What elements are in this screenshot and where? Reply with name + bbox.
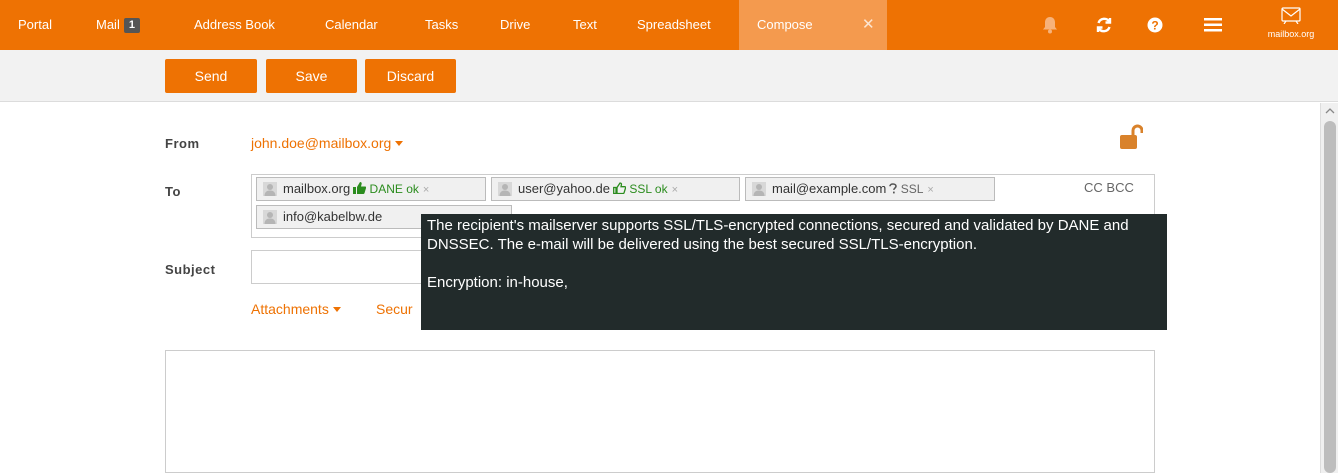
- recipient-token[interactable]: mailbox.org DANE ok ×: [256, 177, 486, 201]
- svg-text:?: ?: [1151, 19, 1158, 33]
- message-editor[interactable]: [165, 350, 1155, 473]
- person-icon: [263, 182, 277, 196]
- vertical-scrollbar[interactable]: [1320, 103, 1338, 473]
- person-icon: [752, 182, 766, 196]
- nav-portal[interactable]: Portal: [18, 0, 52, 50]
- unread-badge: 1: [123, 18, 140, 33]
- tooltip-text: The recipient's mailserver supports SSL/…: [427, 217, 1129, 253]
- scrollbar-thumb[interactable]: [1324, 121, 1336, 473]
- close-compose-icon[interactable]: ✕: [862, 0, 875, 50]
- recipient-address: info@kabelbw.de: [283, 209, 383, 224]
- bcc-link[interactable]: BCC: [1106, 180, 1133, 195]
- cc-bcc-links: CC BCC: [1084, 180, 1134, 195]
- nav-address-book[interactable]: Address Book: [194, 0, 275, 50]
- unlock-icon[interactable]: [1119, 123, 1144, 156]
- ssl-status: SSL: [900, 182, 924, 196]
- mailbox-logo[interactable]: mailbox.org: [1256, 6, 1326, 46]
- recipient-address: mailbox.org: [283, 181, 351, 196]
- attachments-menu[interactable]: Attachments: [251, 301, 341, 317]
- recipient-token[interactable]: user@yahoo.de SSL ok ×: [491, 177, 740, 201]
- security-menu[interactable]: Secur: [376, 301, 413, 317]
- nav-calendar[interactable]: Calendar: [325, 0, 378, 50]
- logo-text: mailbox.org: [1267, 29, 1315, 39]
- nav-mail[interactable]: Mail 1: [96, 0, 140, 50]
- bell-icon[interactable]: [1040, 15, 1060, 35]
- mailbox-logo-icon: [1281, 7, 1301, 25]
- nav-text[interactable]: Text: [573, 0, 597, 50]
- remove-recipient-icon[interactable]: ×: [423, 184, 429, 196]
- refresh-icon[interactable]: [1094, 15, 1114, 35]
- chevron-down-icon: [332, 307, 341, 312]
- help-icon[interactable]: ?: [1145, 15, 1165, 35]
- send-button[interactable]: Send: [165, 59, 257, 93]
- nav-tasks[interactable]: Tasks: [425, 0, 458, 50]
- attachments-label: Attachments: [251, 301, 329, 317]
- person-icon: [263, 210, 277, 224]
- subject-label: Subject: [165, 262, 216, 277]
- remove-recipient-icon[interactable]: ×: [927, 184, 933, 196]
- dane-status: DANE ok: [369, 182, 419, 196]
- recipient-address: user@yahoo.de: [518, 181, 610, 196]
- scroll-up-icon[interactable]: [1325, 107, 1335, 115]
- chevron-down-icon: [395, 141, 404, 146]
- save-button[interactable]: Save: [266, 59, 357, 93]
- remove-recipient-icon[interactable]: ×: [672, 184, 678, 196]
- ssl-status: SSL ok: [629, 182, 668, 196]
- discard-button[interactable]: Discard: [365, 59, 456, 93]
- compose-toolbar: Send Save Discard: [0, 50, 1338, 102]
- thumbs-up-outline-icon: [613, 182, 627, 195]
- nav-drive[interactable]: Drive: [500, 0, 530, 50]
- recipient-token[interactable]: mail@example.com SSL ×: [745, 177, 995, 201]
- question-icon: [889, 183, 898, 194]
- from-label: From: [165, 136, 200, 151]
- menu-icon[interactable]: [1203, 15, 1223, 35]
- top-navigation-bar: Portal Mail 1 Address Book Calendar Tasks…: [0, 0, 1338, 50]
- cc-link[interactable]: CC: [1084, 180, 1103, 195]
- person-icon: [498, 182, 512, 196]
- from-selector[interactable]: john.doe@mailbox.org: [251, 135, 404, 151]
- thumbs-up-icon: [353, 182, 367, 194]
- nav-mail-label: Mail: [96, 17, 120, 32]
- encryption-tooltip: The recipient's mailserver supports SSL/…: [421, 214, 1167, 330]
- to-label: To: [165, 184, 181, 199]
- tooltip-encryption: Encryption: in-house,: [427, 274, 568, 291]
- recipient-address: mail@example.com: [772, 181, 887, 196]
- from-address: john.doe@mailbox.org: [251, 135, 392, 151]
- nav-spreadsheet[interactable]: Spreadsheet: [637, 0, 711, 50]
